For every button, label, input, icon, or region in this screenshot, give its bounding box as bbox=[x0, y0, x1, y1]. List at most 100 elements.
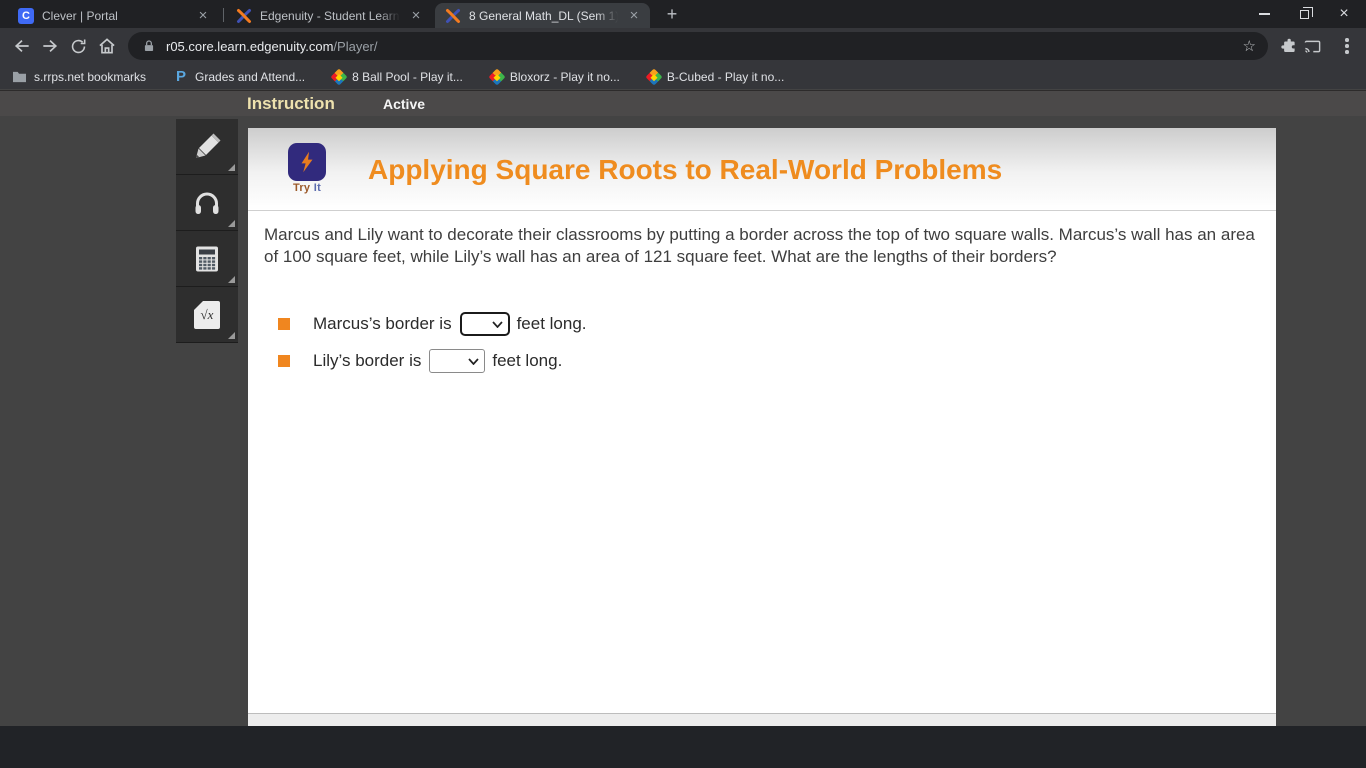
bookmark-label: 8 Ball Pool - Play it... bbox=[352, 69, 463, 84]
chevron-down-icon bbox=[468, 357, 479, 365]
highlighter-tool-button[interactable] bbox=[176, 119, 238, 175]
question-text: Marcus and Lily want to decorate their c… bbox=[264, 225, 1255, 266]
url-domain: r05.core.learn.edgenuity.com bbox=[166, 38, 334, 54]
tryit-bolt-badge bbox=[288, 143, 326, 181]
url-text: r05.core.learn.edgenuity.com/Player/ bbox=[166, 39, 378, 54]
window-controls: × bbox=[1244, 0, 1364, 28]
edgenuity-player-page: Instruction Active √x Try It Applying Sq… bbox=[0, 89, 1366, 726]
powerschool-icon: P bbox=[176, 67, 187, 85]
tryit-word2: It bbox=[313, 182, 322, 194]
back-button[interactable] bbox=[8, 32, 36, 60]
tab-edgenuity-portal[interactable]: Edgenuity - Student Learning Ex × bbox=[226, 3, 432, 28]
forward-button[interactable] bbox=[36, 32, 64, 60]
reload-button[interactable] bbox=[64, 32, 92, 60]
answer-suffix: feet long. bbox=[516, 314, 587, 333]
tryit-label: Try It bbox=[286, 182, 328, 194]
home-button[interactable] bbox=[93, 32, 121, 60]
browser-menu-button[interactable] bbox=[1333, 32, 1361, 60]
tryit-badge: Try It bbox=[286, 143, 328, 194]
lock-icon bbox=[144, 40, 154, 51]
lightning-bolt-icon bbox=[301, 151, 313, 173]
restore-icon bbox=[1299, 6, 1313, 19]
bookmark-star-button[interactable]: ☆ bbox=[1243, 37, 1256, 55]
tool-palette: √x bbox=[176, 119, 238, 343]
bookmark-label: Bloxorz - Play it no... bbox=[509, 69, 620, 84]
minimize-button[interactable] bbox=[1244, 0, 1284, 28]
calculator-tool-button[interactable] bbox=[176, 231, 238, 287]
audio-tool-button[interactable] bbox=[176, 175, 238, 231]
calculator-icon bbox=[196, 246, 218, 271]
page-fold bbox=[194, 300, 203, 310]
back-icon bbox=[14, 39, 29, 53]
coolmath-icon bbox=[645, 68, 663, 85]
tab-title: Clever | Portal bbox=[42, 8, 118, 23]
bullet-square-icon bbox=[278, 318, 290, 330]
answer-prefix: Marcus’s border is bbox=[313, 314, 452, 333]
expand-corner-icon bbox=[228, 164, 235, 171]
expand-corner-icon bbox=[228, 276, 235, 283]
bullet-square-icon bbox=[278, 355, 290, 367]
tryit-word1: Try bbox=[292, 182, 311, 194]
lesson-title: Applying Square Roots to Real-World Prob… bbox=[368, 154, 1003, 185]
answer-row-lily: Lily’s border is feet long. bbox=[278, 349, 562, 373]
player-footer-strip bbox=[248, 713, 1276, 726]
close-window-button[interactable]: × bbox=[1324, 0, 1364, 28]
chevron-down-icon bbox=[491, 320, 503, 328]
tab-close-icon[interactable]: × bbox=[408, 8, 424, 24]
lesson-content-card: Try It Applying Square Roots to Real-Wor… bbox=[248, 128, 1276, 713]
new-tab-button[interactable]: + bbox=[661, 4, 683, 26]
close-icon: × bbox=[1339, 5, 1349, 22]
formula-tool-button[interactable]: √x bbox=[176, 287, 238, 343]
bookmark-label: B-Cubed - Play it no... bbox=[666, 69, 785, 84]
bookmark-label: s.rrps.net bookmarks bbox=[34, 69, 147, 84]
restore-button[interactable] bbox=[1284, 0, 1324, 28]
answer-prefix: Lily’s border is bbox=[313, 351, 422, 370]
tab-strip: C Clever | Portal × Edgenuity - Student … bbox=[0, 0, 1366, 28]
screen: C Clever | Portal × Edgenuity - Student … bbox=[0, 0, 1366, 768]
edgenuity-favicon-icon bbox=[446, 8, 460, 23]
tab-general-math-active[interactable]: 8 General Math_DL (Sem 1) PS:1 × bbox=[435, 3, 650, 28]
address-bar[interactable]: r05.core.learn.edgenuity.com/Player/ ☆ bbox=[128, 32, 1268, 60]
clever-favicon-icon: C bbox=[18, 7, 34, 24]
bookmark-bloxorz[interactable]: Bloxorz - Play it no... bbox=[488, 68, 620, 85]
marcus-answer-dropdown[interactable] bbox=[459, 312, 510, 336]
bookmark-grades[interactable]: P Grades and Attend... bbox=[174, 67, 306, 85]
url-path: /Player/ bbox=[333, 38, 378, 54]
lesson-header: Try It Applying Square Roots to Real-Wor… bbox=[248, 128, 1276, 211]
bookmark-bcubed[interactable]: B-Cubed - Play it no... bbox=[645, 68, 785, 85]
tab-clever-portal[interactable]: C Clever | Portal × bbox=[8, 3, 219, 28]
bookmark-folder-srrps[interactable]: s.rrps.net bookmarks bbox=[12, 70, 146, 84]
extensions-puzzle-icon bbox=[1281, 38, 1295, 52]
formula-sqrt-icon: √x bbox=[194, 300, 220, 329]
forward-icon bbox=[43, 39, 58, 53]
expand-corner-icon bbox=[228, 220, 235, 227]
bookmark-8ballpool[interactable]: 8 Ball Pool - Play it... bbox=[330, 68, 463, 85]
lily-answer-dropdown[interactable] bbox=[429, 349, 486, 373]
player-nav-bar: Instruction Active bbox=[0, 90, 1366, 116]
tab-close-icon[interactable]: × bbox=[626, 8, 642, 24]
expand-corner-icon bbox=[228, 332, 235, 339]
tab-title: 8 General Math_DL (Sem 1) PS:1 bbox=[469, 8, 618, 23]
minimize-icon bbox=[1258, 13, 1270, 15]
reload-icon bbox=[71, 39, 85, 53]
headphones-icon bbox=[195, 192, 219, 214]
bookmarks-bar: s.rrps.net bookmarks P Grades and Attend… bbox=[0, 64, 1366, 89]
cast-icon bbox=[1304, 40, 1320, 53]
highlighter-icon bbox=[196, 133, 221, 158]
answer-row-marcus: Marcus’s border is feet long. bbox=[278, 312, 587, 336]
coolmath-icon bbox=[488, 68, 506, 85]
coolmath-icon bbox=[330, 68, 348, 85]
folder-icon bbox=[13, 71, 26, 83]
cast-button[interactable] bbox=[1298, 32, 1326, 60]
instruction-label: Instruction bbox=[247, 94, 335, 113]
active-status-label: Active bbox=[383, 96, 426, 112]
home-icon bbox=[99, 38, 115, 54]
tab-divider bbox=[223, 8, 224, 22]
tab-title: Edgenuity - Student Learning Ex bbox=[260, 8, 400, 23]
bookmark-label: Grades and Attend... bbox=[195, 69, 306, 84]
tab-close-icon[interactable]: × bbox=[195, 8, 211, 24]
browser-toolbar: r05.core.learn.edgenuity.com/Player/ ☆ bbox=[0, 28, 1366, 64]
chromeos-shelf: D 3 5:07 bbox=[0, 726, 1366, 768]
three-dot-menu-icon bbox=[1345, 38, 1349, 54]
answer-suffix: feet long. bbox=[492, 351, 563, 370]
